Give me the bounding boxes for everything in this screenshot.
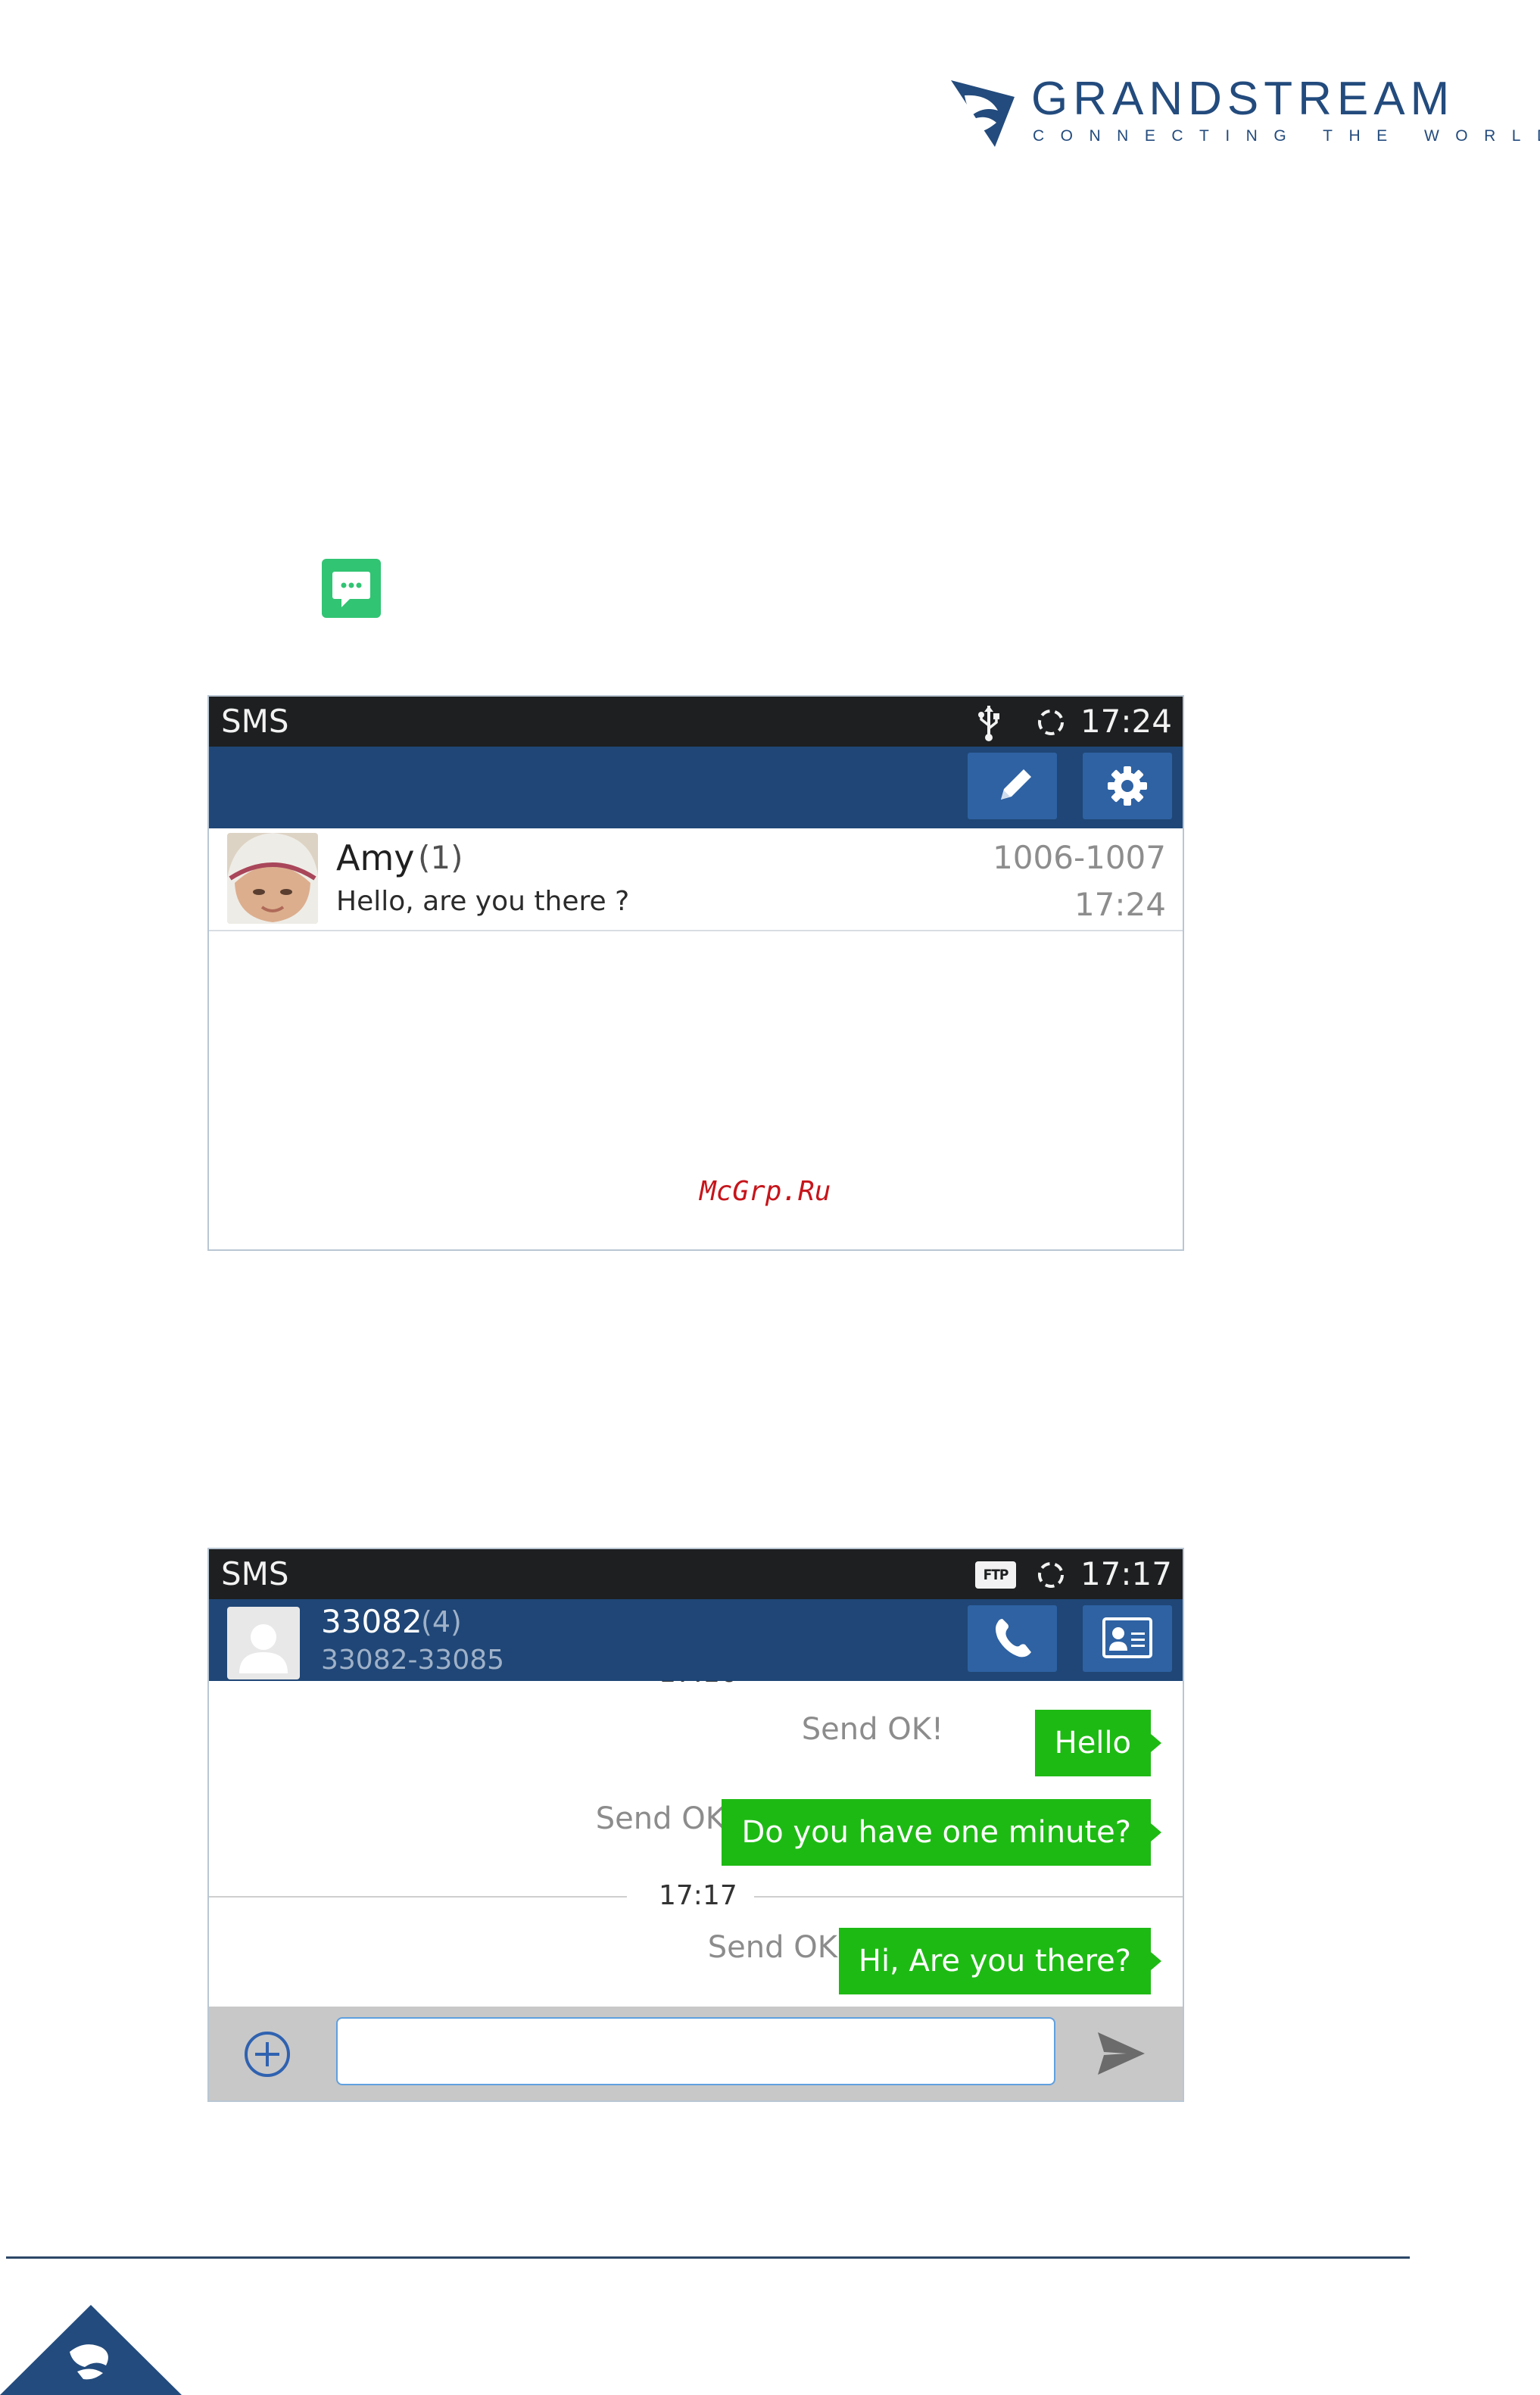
- brand-name: GRANDSTREAM: [1031, 73, 1455, 125]
- compose-button[interactable]: [968, 753, 1057, 819]
- settings-gear-icon: [1108, 766, 1147, 806]
- sync-icon: [1038, 709, 1064, 735]
- message-preview: Hello, are you there ?: [336, 886, 630, 917]
- compose-bar: [209, 2007, 1183, 2100]
- status-title: SMS: [221, 1555, 289, 1592]
- contact-number: 33082: [321, 1603, 422, 1640]
- send-status: Send OK!: [801, 1712, 943, 1747]
- phone-icon: [996, 1619, 1031, 1657]
- contact-name: Amy: [336, 837, 415, 878]
- status-bar: SMS FTP 17:17: [209, 1549, 1183, 1599]
- compose-pencil-icon: [1001, 769, 1031, 800]
- message-count: (4): [421, 1605, 462, 1639]
- status-time: 17:17: [1080, 1555, 1172, 1592]
- divider-line: [754, 1896, 1183, 1898]
- app-toolbar: [209, 747, 1183, 828]
- send-status: Send OK!: [595, 1801, 737, 1836]
- grandstream-logo-mark: [951, 80, 1015, 147]
- add-attachment-icon[interactable]: [242, 2029, 292, 2079]
- usb-icon: [978, 706, 999, 741]
- status-bar: SMS 17:24: [209, 697, 1183, 747]
- account-number: 1006-1007: [993, 839, 1166, 876]
- date-divider: 17:16: [659, 1681, 737, 1690]
- send-status: Send OK!: [707, 1930, 849, 1965]
- contact-info-button[interactable]: [1083, 1605, 1172, 1672]
- divider-line: [209, 1896, 627, 1898]
- ftp-badge: FTP: [975, 1561, 1016, 1589]
- status-title: SMS: [221, 703, 289, 740]
- footer-rule: [6, 2256, 1410, 2259]
- message-bubble[interactable]: Hello: [1034, 1710, 1162, 1776]
- send-icon[interactable]: [1093, 2026, 1148, 2081]
- watermark: McGrp.Ru: [700, 1176, 831, 1207]
- settings-button[interactable]: [1083, 753, 1172, 819]
- sms-chat-screenshot: SMS FTP 17:17 33082 (4) 33082-33085 Send…: [207, 1548, 1184, 2102]
- brand-tagline: CONNECTING THE WORLD: [1033, 127, 1540, 145]
- sync-icon: [1038, 1562, 1064, 1588]
- contact-card-icon: [1102, 1617, 1152, 1658]
- date-divider: 17:17: [659, 1880, 737, 1911]
- sms-app-icon: [322, 559, 381, 618]
- message-bubble[interactable]: Hi, Are you there?: [838, 1928, 1162, 1994]
- chat-header: 33082 (4) 33082-33085: [209, 1599, 1183, 1681]
- message-time: 17:24: [1074, 886, 1166, 923]
- message-bubble[interactable]: Do you have one minute?: [722, 1799, 1161, 1866]
- unread-count: (1): [418, 839, 463, 876]
- conversation-row[interactable]: Amy (1) Hello, are you there ? 1006-1007…: [209, 828, 1183, 931]
- sms-list-screenshot: SMS 17:24 Amy (1) Hello, are you there ?…: [207, 695, 1184, 1251]
- avatar: [227, 833, 318, 924]
- message-input[interactable]: [336, 2017, 1055, 2085]
- status-time: 17:24: [1080, 703, 1172, 740]
- contact-subtitle: 33082-33085: [321, 1645, 505, 1676]
- message-thread[interactable]: 17:16 Send OK! Hello Send OK! Do you hav…: [209, 1681, 1183, 2007]
- call-button[interactable]: [968, 1605, 1057, 1672]
- avatar: [227, 1607, 300, 1679]
- footer-logo-mark: [0, 2305, 182, 2395]
